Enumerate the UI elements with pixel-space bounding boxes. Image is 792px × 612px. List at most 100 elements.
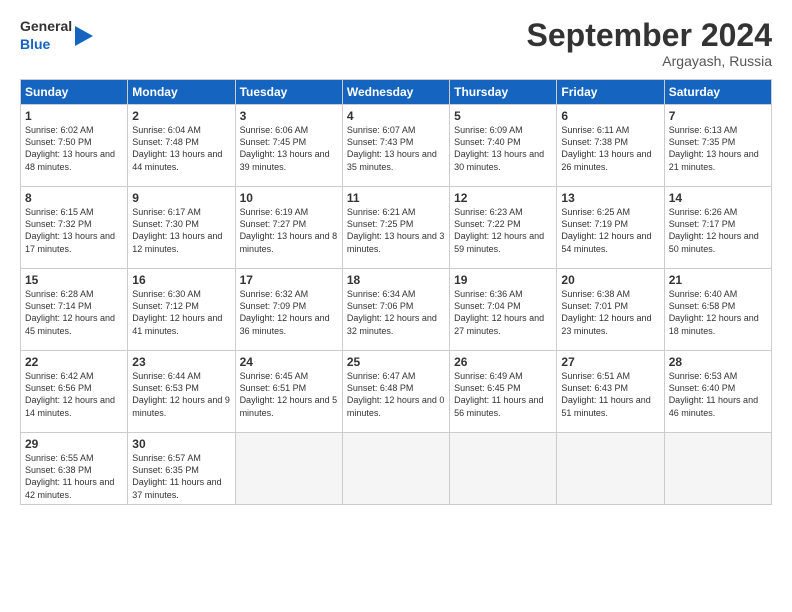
day-number: 24: [240, 355, 338, 369]
day-number: 9: [132, 191, 230, 205]
day-number: 21: [669, 273, 767, 287]
day-number: 8: [25, 191, 123, 205]
cell-info: Sunrise: 6:19 AMSunset: 7:27 PMDaylight:…: [240, 207, 338, 253]
cell-info: Sunrise: 6:30 AMSunset: 7:12 PMDaylight:…: [132, 289, 222, 335]
month-title: September 2024: [527, 18, 772, 53]
day-number: 4: [347, 109, 445, 123]
table-cell: [450, 433, 557, 505]
day-number: 5: [454, 109, 552, 123]
table-cell: 9 Sunrise: 6:17 AMSunset: 7:30 PMDayligh…: [128, 187, 235, 269]
table-cell: 26 Sunrise: 6:49 AMSunset: 6:45 PMDaylig…: [450, 351, 557, 433]
col-thursday: Thursday: [450, 80, 557, 105]
day-number: 17: [240, 273, 338, 287]
day-number: 13: [561, 191, 659, 205]
title-block: September 2024 Argayash, Russia: [527, 18, 772, 69]
cell-info: Sunrise: 6:17 AMSunset: 7:30 PMDaylight:…: [132, 207, 222, 253]
table-cell: 24 Sunrise: 6:45 AMSunset: 6:51 PMDaylig…: [235, 351, 342, 433]
cell-info: Sunrise: 6:23 AMSunset: 7:22 PMDaylight:…: [454, 207, 544, 253]
calendar-row: 8 Sunrise: 6:15 AMSunset: 7:32 PMDayligh…: [21, 187, 772, 269]
col-friday: Friday: [557, 80, 664, 105]
cell-info: Sunrise: 6:26 AMSunset: 7:17 PMDaylight:…: [669, 207, 759, 253]
day-number: 22: [25, 355, 123, 369]
cell-info: Sunrise: 6:55 AMSunset: 6:38 PMDaylight:…: [25, 453, 114, 499]
cell-info: Sunrise: 6:32 AMSunset: 7:09 PMDaylight:…: [240, 289, 330, 335]
day-number: 16: [132, 273, 230, 287]
cell-info: Sunrise: 6:45 AMSunset: 6:51 PMDaylight:…: [240, 371, 338, 417]
cell-info: Sunrise: 6:02 AMSunset: 7:50 PMDaylight:…: [25, 125, 115, 171]
day-number: 29: [25, 437, 123, 451]
cell-info: Sunrise: 6:28 AMSunset: 7:14 PMDaylight:…: [25, 289, 115, 335]
table-cell: [664, 433, 771, 505]
table-cell: 16 Sunrise: 6:30 AMSunset: 7:12 PMDaylig…: [128, 269, 235, 351]
table-cell: 11 Sunrise: 6:21 AMSunset: 7:25 PMDaylig…: [342, 187, 449, 269]
day-number: 18: [347, 273, 445, 287]
day-number: 26: [454, 355, 552, 369]
table-cell: 1 Sunrise: 6:02 AMSunset: 7:50 PMDayligh…: [21, 105, 128, 187]
cell-info: Sunrise: 6:09 AMSunset: 7:40 PMDaylight:…: [454, 125, 544, 171]
calendar-table: Sunday Monday Tuesday Wednesday Thursday…: [20, 79, 772, 505]
table-cell: 4 Sunrise: 6:07 AMSunset: 7:43 PMDayligh…: [342, 105, 449, 187]
cell-info: Sunrise: 6:11 AMSunset: 7:38 PMDaylight:…: [561, 125, 651, 171]
cell-info: Sunrise: 6:21 AMSunset: 7:25 PMDaylight:…: [347, 207, 445, 253]
cell-info: Sunrise: 6:49 AMSunset: 6:45 PMDaylight:…: [454, 371, 543, 417]
table-cell: 30 Sunrise: 6:57 AMSunset: 6:35 PMDaylig…: [128, 433, 235, 505]
table-cell: 17 Sunrise: 6:32 AMSunset: 7:09 PMDaylig…: [235, 269, 342, 351]
table-cell: 28 Sunrise: 6:53 AMSunset: 6:40 PMDaylig…: [664, 351, 771, 433]
calendar-header-row: Sunday Monday Tuesday Wednesday Thursday…: [21, 80, 772, 105]
day-number: 20: [561, 273, 659, 287]
cell-info: Sunrise: 6:25 AMSunset: 7:19 PMDaylight:…: [561, 207, 651, 253]
day-number: 19: [454, 273, 552, 287]
cell-info: Sunrise: 6:42 AMSunset: 6:56 PMDaylight:…: [25, 371, 115, 417]
day-number: 25: [347, 355, 445, 369]
logo-arrow-icon: [75, 22, 93, 50]
table-cell: 20 Sunrise: 6:38 AMSunset: 7:01 PMDaylig…: [557, 269, 664, 351]
table-cell: 18 Sunrise: 6:34 AMSunset: 7:06 PMDaylig…: [342, 269, 449, 351]
table-cell: 10 Sunrise: 6:19 AMSunset: 7:27 PMDaylig…: [235, 187, 342, 269]
day-number: 2: [132, 109, 230, 123]
table-cell: 21 Sunrise: 6:40 AMSunset: 6:58 PMDaylig…: [664, 269, 771, 351]
day-number: 15: [25, 273, 123, 287]
day-number: 30: [132, 437, 230, 451]
day-number: 23: [132, 355, 230, 369]
table-cell: 25 Sunrise: 6:47 AMSunset: 6:48 PMDaylig…: [342, 351, 449, 433]
table-cell: 15 Sunrise: 6:28 AMSunset: 7:14 PMDaylig…: [21, 269, 128, 351]
day-number: 10: [240, 191, 338, 205]
table-cell: 6 Sunrise: 6:11 AMSunset: 7:38 PMDayligh…: [557, 105, 664, 187]
col-saturday: Saturday: [664, 80, 771, 105]
cell-info: Sunrise: 6:34 AMSunset: 7:06 PMDaylight:…: [347, 289, 437, 335]
table-cell: [557, 433, 664, 505]
table-cell: 8 Sunrise: 6:15 AMSunset: 7:32 PMDayligh…: [21, 187, 128, 269]
table-cell: 27 Sunrise: 6:51 AMSunset: 6:43 PMDaylig…: [557, 351, 664, 433]
cell-info: Sunrise: 6:53 AMSunset: 6:40 PMDaylight:…: [669, 371, 758, 417]
table-cell: 3 Sunrise: 6:06 AMSunset: 7:45 PMDayligh…: [235, 105, 342, 187]
cell-info: Sunrise: 6:15 AMSunset: 7:32 PMDaylight:…: [25, 207, 115, 253]
cell-info: Sunrise: 6:06 AMSunset: 7:45 PMDaylight:…: [240, 125, 330, 171]
day-number: 27: [561, 355, 659, 369]
table-cell: 23 Sunrise: 6:44 AMSunset: 6:53 PMDaylig…: [128, 351, 235, 433]
logo: General Blue: [20, 18, 93, 54]
table-cell: 5 Sunrise: 6:09 AMSunset: 7:40 PMDayligh…: [450, 105, 557, 187]
day-number: 11: [347, 191, 445, 205]
cell-info: Sunrise: 6:36 AMSunset: 7:04 PMDaylight:…: [454, 289, 544, 335]
day-number: 1: [25, 109, 123, 123]
cell-info: Sunrise: 6:38 AMSunset: 7:01 PMDaylight:…: [561, 289, 651, 335]
calendar-row: 22 Sunrise: 6:42 AMSunset: 6:56 PMDaylig…: [21, 351, 772, 433]
table-cell: 2 Sunrise: 6:04 AMSunset: 7:48 PMDayligh…: [128, 105, 235, 187]
cell-info: Sunrise: 6:47 AMSunset: 6:48 PMDaylight:…: [347, 371, 445, 417]
cell-info: Sunrise: 6:07 AMSunset: 7:43 PMDaylight:…: [347, 125, 437, 171]
day-number: 7: [669, 109, 767, 123]
cell-info: Sunrise: 6:40 AMSunset: 6:58 PMDaylight:…: [669, 289, 759, 335]
day-number: 6: [561, 109, 659, 123]
calendar-row: 15 Sunrise: 6:28 AMSunset: 7:14 PMDaylig…: [21, 269, 772, 351]
col-sunday: Sunday: [21, 80, 128, 105]
day-number: 12: [454, 191, 552, 205]
table-cell: 14 Sunrise: 6:26 AMSunset: 7:17 PMDaylig…: [664, 187, 771, 269]
col-wednesday: Wednesday: [342, 80, 449, 105]
table-cell: 7 Sunrise: 6:13 AMSunset: 7:35 PMDayligh…: [664, 105, 771, 187]
col-tuesday: Tuesday: [235, 80, 342, 105]
day-number: 14: [669, 191, 767, 205]
cell-info: Sunrise: 6:51 AMSunset: 6:43 PMDaylight:…: [561, 371, 650, 417]
cell-info: Sunrise: 6:04 AMSunset: 7:48 PMDaylight:…: [132, 125, 222, 171]
table-cell: 22 Sunrise: 6:42 AMSunset: 6:56 PMDaylig…: [21, 351, 128, 433]
table-cell: 19 Sunrise: 6:36 AMSunset: 7:04 PMDaylig…: [450, 269, 557, 351]
